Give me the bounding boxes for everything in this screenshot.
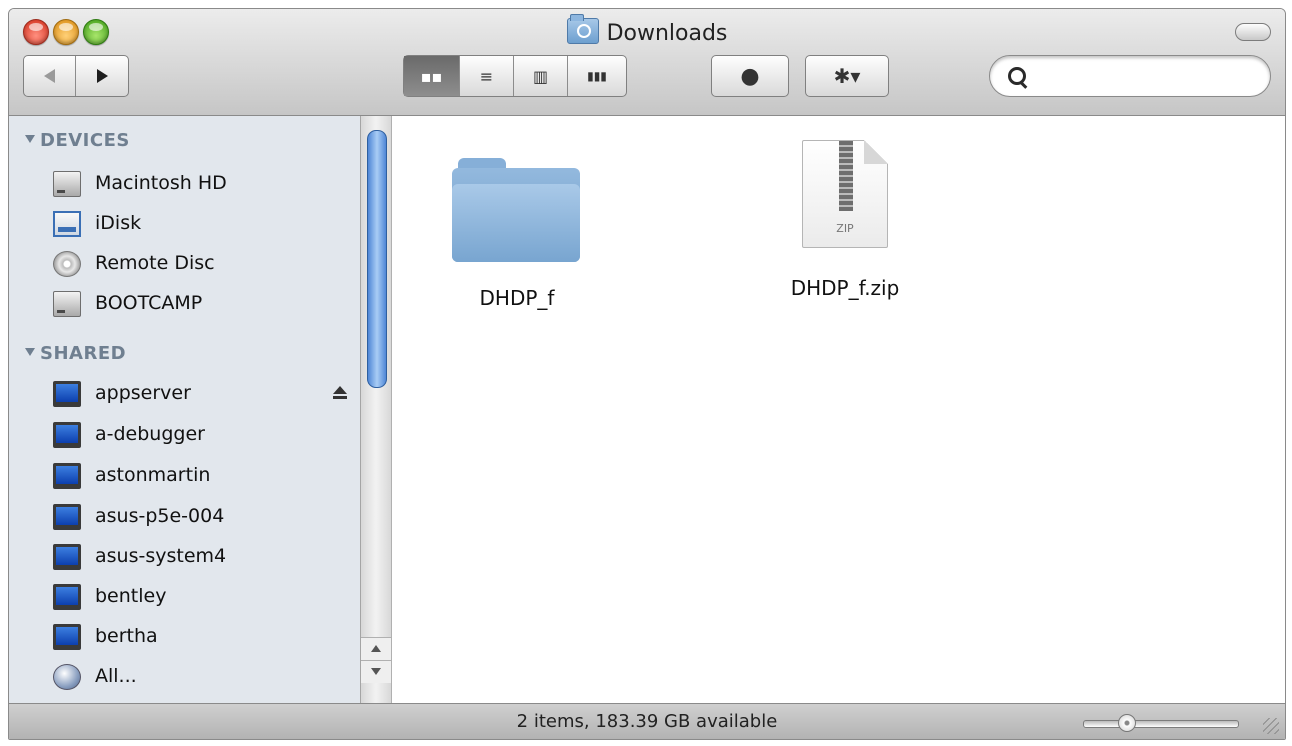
- sidebar-item-a-debugger[interactable]: a-debugger: [9, 415, 360, 455]
- scroll-up-arrow-icon: [371, 645, 381, 652]
- list-view-icon: ≡: [479, 66, 494, 86]
- sidebar-item-bertha[interactable]: bertha: [9, 617, 360, 657]
- sidebar-scrollbar[interactable]: [361, 116, 392, 703]
- back-forward-control: [23, 55, 129, 97]
- finder-window: Downloads ▪▪ ≡ ▥ ▮▮▮ ● ✱▾ DEVICES Macint…: [8, 8, 1286, 740]
- sidebar-item-label: asus-system4: [95, 545, 227, 567]
- network-computer-icon: [53, 422, 81, 448]
- list-view-button[interactable]: ≡: [460, 56, 514, 96]
- disclosure-triangle-icon: [25, 135, 35, 143]
- file-name: DHDP_f.zip: [790, 276, 900, 300]
- sidebar-item-label: appserver: [95, 382, 191, 404]
- network-computer-icon: [53, 504, 81, 530]
- sidebar-item-appserver[interactable]: appserver: [9, 374, 360, 414]
- eject-icon[interactable]: [333, 386, 347, 400]
- file-browser: DHDP_f ZIP DHDP_f.zip: [392, 116, 1285, 703]
- network-computer-icon: [53, 584, 81, 610]
- back-button[interactable]: [24, 56, 76, 96]
- sidebar-section-shared[interactable]: SHARED: [25, 343, 126, 364]
- gear-icon: ✱▾: [833, 64, 861, 88]
- forward-arrow-icon: [96, 69, 108, 83]
- sidebar-item-label: astonmartin: [95, 464, 211, 486]
- toolbar: Downloads ▪▪ ≡ ▥ ▮▮▮ ● ✱▾: [9, 9, 1285, 116]
- window-title-text: Downloads: [606, 21, 728, 46]
- network-globe-icon: [53, 664, 81, 690]
- idisk-icon: [53, 211, 81, 237]
- sidebar-item-label: iDisk: [95, 212, 142, 234]
- scrollbar-thumb[interactable]: [367, 130, 387, 388]
- toolbar-toggle-button[interactable]: [1235, 23, 1271, 41]
- network-computer-icon: [53, 544, 81, 570]
- column-view-icon: ▥: [532, 66, 549, 86]
- resize-grip-icon[interactable]: [1263, 718, 1279, 734]
- network-computer-icon: [53, 624, 81, 650]
- sidebar-item-all[interactable]: All...: [9, 657, 360, 697]
- sidebar-item-macintosh-hd[interactable]: Macintosh HD: [9, 164, 360, 204]
- icon-view-button[interactable]: ▪▪: [404, 56, 460, 96]
- scroll-down-button[interactable]: [361, 660, 391, 683]
- zipper-icon: [839, 141, 853, 211]
- action-menu-button[interactable]: ✱▾: [805, 55, 889, 97]
- status-bar: 2 items, 183.39 GB available: [9, 703, 1285, 739]
- file-item-folder[interactable]: DHDP_f: [392, 116, 642, 326]
- disclosure-triangle-icon: [25, 348, 35, 356]
- icon-view-icon: ▪▪: [420, 66, 443, 86]
- sidebar-item-remote-disc[interactable]: Remote Disc: [9, 244, 360, 284]
- search-field[interactable]: [989, 55, 1271, 97]
- sidebar-item-astonmartin[interactable]: astonmartin: [9, 456, 360, 496]
- hard-drive-icon: [53, 171, 81, 197]
- coverflow-view-icon: ▮▮▮: [587, 69, 607, 83]
- downloads-folder-icon: [566, 14, 599, 44]
- search-icon: [1008, 67, 1026, 85]
- sidebar-item-label: BOOTCAMP: [95, 292, 203, 314]
- sidebar-item-idisk[interactable]: iDisk: [9, 204, 360, 244]
- file-item-zip[interactable]: ZIP DHDP_f.zip: [755, 116, 935, 326]
- back-arrow-icon: [44, 69, 55, 83]
- view-mode-control: ▪▪ ≡ ▥ ▮▮▮: [403, 55, 627, 97]
- zip-file-icon: ZIP: [802, 140, 888, 248]
- sidebar-item-asus-system4[interactable]: asus-system4: [9, 537, 360, 577]
- sidebar-item-label: All...: [95, 665, 137, 687]
- slider-knob[interactable]: [1118, 714, 1136, 732]
- quick-look-button[interactable]: ●: [711, 55, 789, 97]
- icon-size-slider[interactable]: [1083, 714, 1239, 732]
- forward-button[interactable]: [76, 56, 128, 96]
- sidebar-item-label: a-debugger: [95, 423, 205, 445]
- window-title: Downloads: [9, 14, 1285, 46]
- sidebar: DEVICES Macintosh HD iDisk Remote Disc B…: [9, 116, 361, 703]
- sidebar-item-bootcamp[interactable]: BOOTCAMP: [9, 284, 360, 324]
- scroll-up-button[interactable]: [361, 637, 391, 660]
- sidebar-item-label: bertha: [95, 625, 158, 647]
- sidebar-section-devices[interactable]: DEVICES: [25, 130, 130, 151]
- column-view-button[interactable]: ▥: [514, 56, 568, 96]
- coverflow-view-button[interactable]: ▮▮▮: [568, 56, 626, 96]
- network-computer-icon: [53, 463, 81, 489]
- sidebar-item-label: asus-p5e-004: [95, 505, 225, 527]
- sidebar-item-label: bentley: [95, 585, 167, 607]
- search-input[interactable]: [1030, 64, 1254, 90]
- file-name: DHDP_f: [479, 286, 555, 310]
- network-computer-icon: [53, 381, 81, 407]
- sidebar-item-label: Remote Disc: [95, 252, 215, 274]
- scroll-down-arrow-icon: [371, 668, 381, 675]
- folder-icon: [452, 158, 580, 262]
- sidebar-item-asus-p5e-004[interactable]: asus-p5e-004: [9, 497, 360, 537]
- hard-drive-icon: [53, 291, 81, 317]
- sidebar-item-bentley[interactable]: bentley: [9, 577, 360, 617]
- sidebar-item-label: Macintosh HD: [95, 172, 227, 194]
- disc-icon: [53, 251, 81, 277]
- zip-badge: ZIP: [836, 222, 854, 235]
- eye-icon: ●: [740, 63, 760, 89]
